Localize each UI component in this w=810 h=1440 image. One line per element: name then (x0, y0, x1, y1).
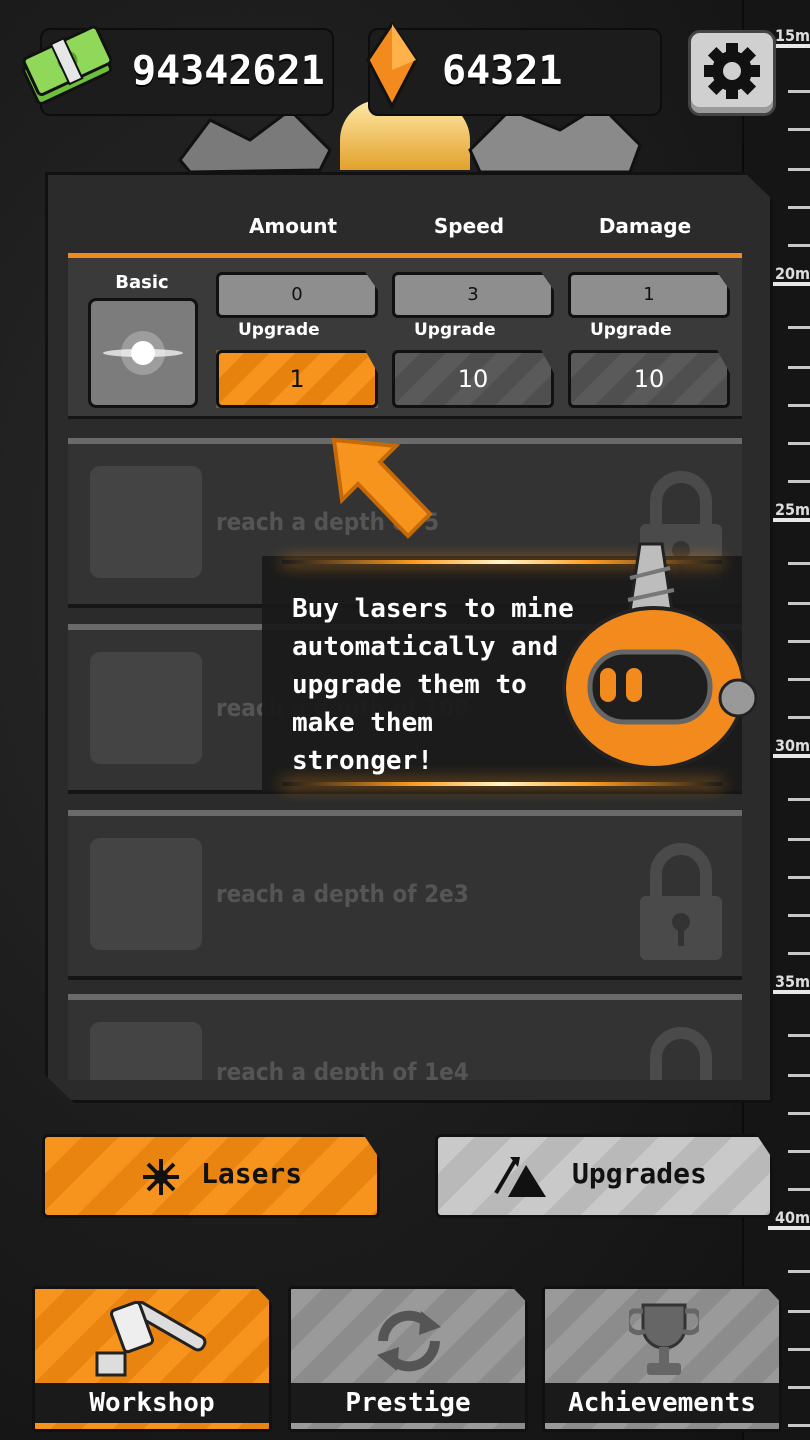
cash-icon (22, 25, 113, 105)
stat-damage: 1 (568, 272, 730, 318)
laser-row-basic: Basic 0 3 1 Upgrade Upgrade Upgrade 1 10… (68, 258, 742, 419)
unlock-requirement: reach a depth of 2e3 (216, 880, 469, 908)
depth-label: 20m (774, 264, 810, 283)
locked-thumbnail (90, 652, 202, 764)
header-speed: Speed (433, 214, 505, 238)
laser-flare-icon (103, 331, 183, 375)
cash-value: 94342621 (132, 48, 325, 94)
nav-achievements[interactable]: Achievements (542, 1286, 782, 1432)
tab-upgrades[interactable]: Upgrades (435, 1134, 773, 1218)
upgrade-label: Upgrade (590, 320, 672, 340)
glow-line (282, 782, 722, 786)
tab-lasers[interactable]: Lasers (42, 1134, 380, 1218)
nav-workshop[interactable]: Workshop (32, 1286, 272, 1432)
header-amount: Amount (248, 214, 338, 238)
gem-value: 64321 (442, 48, 563, 94)
nav-prestige-label: Prestige (291, 1383, 525, 1423)
tab-lasers-label: Lasers (201, 1157, 303, 1190)
depth-label: 15m (774, 26, 810, 45)
locked-thumbnail (90, 1022, 202, 1080)
settings-button[interactable] (688, 30, 776, 116)
depth-label: 40m (774, 1208, 810, 1227)
drill-robot-icon (562, 542, 758, 770)
depth-label: 30m (774, 736, 810, 755)
gem-icon (366, 21, 418, 110)
upgrade-speed-button[interactable]: 10 (392, 350, 554, 408)
stat-amount: 0 (216, 272, 378, 318)
tab-upgrades-label: Upgrades (572, 1157, 707, 1190)
trophy-icon (629, 1303, 699, 1375)
gear-icon (704, 43, 760, 99)
pointer-arrow-icon (331, 437, 433, 539)
upgrade-amount-button[interactable]: 1 (216, 350, 378, 408)
nav-prestige[interactable]: Prestige (288, 1286, 528, 1432)
refresh-cycle-icon (377, 1310, 441, 1372)
lock-icon (650, 1027, 712, 1080)
laser-burst-icon (143, 1159, 179, 1195)
locked-thumbnail (90, 838, 202, 950)
mountain-arrow-icon (494, 1157, 546, 1197)
depth-label: 25m (774, 500, 810, 519)
unlock-requirement: reach a depth of 1e4 (216, 1058, 469, 1080)
laser-row-locked: reach a depth of 1e4 (68, 994, 742, 1080)
upgrade-label: Upgrade (238, 320, 320, 340)
tutorial-text: Buy lasers to mine automatically and upg… (292, 594, 574, 776)
upgrade-label: Upgrade (414, 320, 496, 340)
lock-icon (640, 843, 722, 960)
header-damage: Damage (598, 214, 692, 238)
stat-speed: 3 (392, 272, 554, 318)
laser-row-locked: reach a depth of 2e3 (68, 810, 742, 980)
nav-workshop-label: Workshop (35, 1383, 269, 1423)
laser-name: Basic (115, 272, 169, 293)
depth-label: 35m (774, 972, 810, 991)
laser-thumbnail (88, 298, 198, 408)
locked-thumbnail (90, 466, 202, 578)
hammer-icon (95, 1301, 207, 1377)
nav-achievements-label: Achievements (545, 1383, 779, 1423)
upgrade-damage-button[interactable]: 10 (568, 350, 730, 408)
